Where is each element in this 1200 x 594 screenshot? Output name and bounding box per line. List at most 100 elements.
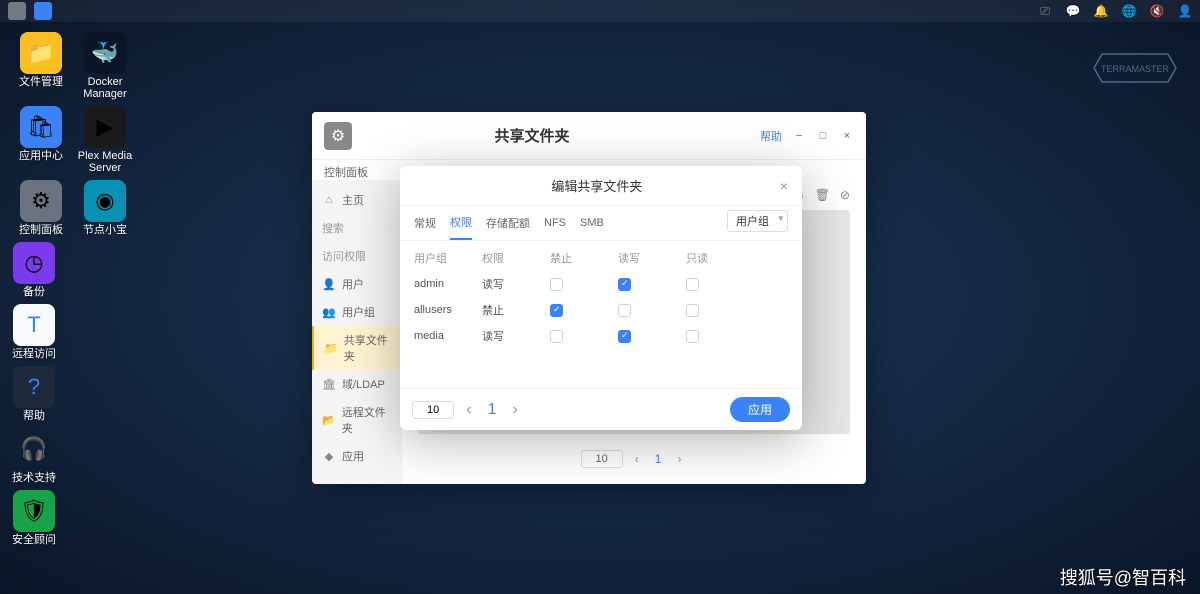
group-name: admin xyxy=(414,278,474,290)
app-icon: ◉ xyxy=(84,180,126,222)
close-button[interactable]: × xyxy=(840,129,854,143)
pagination: 10 ‹ 1 › xyxy=(410,442,858,476)
icon-label: 安全顾问 xyxy=(12,534,56,546)
modal-page-size[interactable]: 10 xyxy=(412,401,454,419)
desktop-icon[interactable]: ⚙控制面板 xyxy=(10,178,72,238)
app-icon: 📁 xyxy=(20,32,62,74)
desktop-icon[interactable]: 🎧 技术支持 xyxy=(10,426,58,486)
modal-next[interactable]: › xyxy=(506,399,523,421)
monitor-icon[interactable]: ⎚ xyxy=(1038,4,1052,18)
delete-icon[interactable]: 🗑 xyxy=(815,188,830,202)
globe-icon[interactable]: 🌐 xyxy=(1122,4,1136,18)
group-select[interactable]: 用户组 xyxy=(727,210,788,232)
sidebar-icon: 🏛 xyxy=(322,378,336,391)
sidebar-item[interactable]: 👤用户 xyxy=(312,270,402,298)
sidebar-item[interactable]: 📁共享文件夹 xyxy=(312,326,402,370)
watermark: 搜狐号@智百科 xyxy=(1060,564,1186,590)
desktop-icon[interactable]: 📁 文件管理 xyxy=(10,30,72,102)
desktop-icon[interactable]: ◷ 备份 xyxy=(10,240,58,300)
app-icon: 🎧 xyxy=(13,428,55,470)
perm-value: 读写 xyxy=(482,328,542,344)
brand-logo: TERRAMASTER xyxy=(1090,50,1180,91)
icon-label: 节点小宝 xyxy=(83,224,127,236)
app-icon: 🛍 xyxy=(20,106,62,148)
taskbar: ⎚ 💬 🔔 🌐 🔇 👤 xyxy=(0,0,1200,22)
help-link[interactable]: 帮助 xyxy=(760,128,782,144)
perm-value: 禁止 xyxy=(482,302,542,318)
forbid-checkbox[interactable] xyxy=(550,304,563,317)
user-icon[interactable]: 👤 xyxy=(1178,4,1192,18)
icon-label: 控制面板 xyxy=(19,224,63,236)
page-number[interactable]: 1 xyxy=(651,452,666,466)
table-row: allusers 禁止 xyxy=(414,297,788,323)
rw-checkbox[interactable] xyxy=(618,278,631,291)
ro-checkbox[interactable] xyxy=(686,278,699,291)
forbid-checkbox[interactable] xyxy=(550,330,563,343)
volume-icon[interactable]: 🔇 xyxy=(1150,4,1164,18)
minimize-button[interactable]: − xyxy=(792,129,806,143)
desktop-icon[interactable]: ◉ 节点小宝 xyxy=(74,178,136,238)
sidebar-icon: ◆ xyxy=(322,450,336,463)
column-header: 权限 xyxy=(482,250,542,266)
chat-icon[interactable]: 💬 xyxy=(1066,4,1080,18)
modal-close-button[interactable]: × xyxy=(780,178,788,194)
forbid-checkbox[interactable] xyxy=(550,278,563,291)
table-row: admin 读写 xyxy=(414,271,788,297)
sidebar-item[interactable]: ◆应用 xyxy=(312,442,402,470)
ro-checkbox[interactable] xyxy=(686,330,699,343)
desktop-icon[interactable]: 🛡 安全顾问 xyxy=(10,488,58,548)
sidebar-item[interactable]: 📂远程文件夹 xyxy=(312,398,402,442)
desktop-icon[interactable]: 🐳Docker Manager xyxy=(74,30,136,102)
modal-tab[interactable]: 权限 xyxy=(450,206,472,240)
desktop-icon[interactable]: ▶Plex Media Server xyxy=(74,104,136,176)
rw-checkbox[interactable] xyxy=(618,330,631,343)
app-icon: ◷ xyxy=(13,242,55,284)
sidebar-icon: 👥 xyxy=(322,306,336,319)
sidebar-icon: 📁 xyxy=(324,342,338,355)
page-size-select[interactable]: 10 xyxy=(581,450,623,468)
taskbar-settings-icon[interactable] xyxy=(34,2,52,20)
group-name: media xyxy=(414,330,474,342)
group-name: allusers xyxy=(414,304,474,316)
column-header: 用户组 xyxy=(414,250,474,266)
modal-prev[interactable]: ‹ xyxy=(460,399,477,421)
table-row: media 读写 xyxy=(414,323,788,349)
icon-label: 文件管理 xyxy=(19,76,63,88)
ro-checkbox[interactable] xyxy=(686,304,699,317)
modal-tab[interactable]: 存储配额 xyxy=(486,207,530,239)
prev-page[interactable]: ‹ xyxy=(629,450,645,468)
next-page[interactable]: › xyxy=(671,450,687,468)
icon-label: Docker Manager xyxy=(83,76,126,100)
icon-label: 备份 xyxy=(23,286,45,298)
taskbar-app-icon[interactable] xyxy=(8,2,26,20)
sidebar-icon: 📂 xyxy=(322,414,336,427)
icon-label: 帮助 xyxy=(23,410,45,422)
sidebar-icon: 👤 xyxy=(322,278,336,291)
modal-tab[interactable]: 常规 xyxy=(414,207,436,239)
gear-icon: ⚙ xyxy=(324,122,352,150)
desktop-icon[interactable]: ? 帮助 xyxy=(10,364,58,424)
bell-icon[interactable]: 🔔 xyxy=(1094,4,1108,18)
block-icon[interactable]: ⊘ xyxy=(840,188,850,202)
icon-label: 技术支持 xyxy=(12,472,56,484)
sidebar-home[interactable]: ⌂主页 xyxy=(312,186,402,214)
column-header: 禁止 xyxy=(550,250,610,266)
icon-label: 远程访问 xyxy=(12,348,56,360)
icon-label: Plex Media Server xyxy=(78,150,132,174)
app-icon: ? xyxy=(13,366,55,408)
app-icon: 🛡 xyxy=(13,490,55,532)
maximize-button[interactable]: □ xyxy=(816,129,830,143)
modal-page[interactable]: 1 xyxy=(484,401,501,419)
desktop-icon[interactable]: T远程访问 xyxy=(10,302,58,362)
desktop-icon[interactable]: 🛍 应用中心 xyxy=(10,104,72,176)
sidebar-item[interactable]: 🏛域/LDAP xyxy=(312,370,402,398)
svg-text:TERRAMASTER: TERRAMASTER xyxy=(1101,64,1170,74)
apply-button[interactable]: 应用 xyxy=(730,397,790,422)
rw-checkbox[interactable] xyxy=(618,304,631,317)
modal-tab[interactable]: SMB xyxy=(580,209,604,237)
sidebar-item[interactable]: 👥用户组 xyxy=(312,298,402,326)
sidebar-search[interactable]: 搜索 xyxy=(312,214,402,242)
icon-label: 应用中心 xyxy=(19,150,63,162)
column-header: 只读 xyxy=(686,250,746,266)
modal-tab[interactable]: NFS xyxy=(544,209,566,237)
